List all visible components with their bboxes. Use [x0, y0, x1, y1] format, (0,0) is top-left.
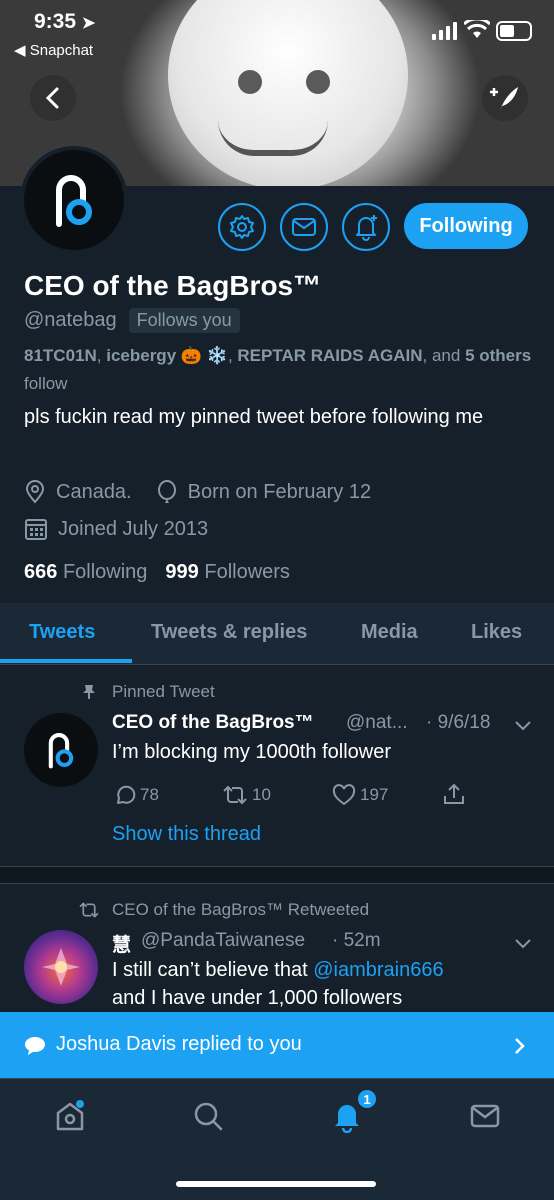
handle-row: @natebag Follows you — [24, 308, 240, 333]
reply-icon — [117, 785, 136, 804]
followers-count-link[interactable]: 999 Followers — [165, 561, 290, 584]
reply-action[interactable]: 78 — [114, 784, 159, 806]
profile-joined: Joined July 2013 — [58, 517, 209, 540]
tweet-divider — [0, 883, 554, 884]
like-count: 197 — [360, 785, 389, 804]
status-bar: 9:35 ➤ ◀ Snapchat — [0, 0, 554, 66]
reply-notification-banner[interactable]: Joshua Davis replied to you — [0, 1012, 554, 1078]
tweet-author-name[interactable]: 慧 — [112, 930, 131, 957]
known-followers-others[interactable]: 5 others — [465, 346, 531, 365]
logo-icon — [48, 733, 74, 769]
wifi-icon — [464, 20, 490, 38]
pin-icon — [83, 685, 95, 699]
profile-location: Canada. — [56, 480, 132, 503]
feather-plus-icon — [490, 87, 518, 110]
share-icon[interactable] — [442, 782, 466, 806]
location-pin-icon — [25, 480, 45, 504]
heart-icon — [332, 784, 356, 806]
compose-tweet-button[interactable] — [482, 75, 528, 121]
logo-icon — [56, 175, 92, 227]
location-row: Canada. Born on February 12 — [24, 480, 371, 504]
reply-count: 78 — [140, 785, 159, 804]
tweet-author-handle: @PandaTaiwanese — [141, 930, 306, 951]
battery-icon — [496, 21, 532, 41]
profile-avatar[interactable] — [20, 146, 128, 254]
speech-bubble-icon — [25, 1037, 45, 1055]
messages-envelope-icon[interactable] — [468, 1099, 502, 1133]
back-to-app-link[interactable]: ◀ Snapchat — [14, 41, 93, 59]
joined-row: Joined July 2013 — [24, 517, 208, 541]
home-icon[interactable] — [53, 1099, 87, 1133]
following-count-link[interactable]: 666 Following — [24, 561, 147, 584]
pinned-label: Pinned Tweet — [112, 682, 215, 701]
retweet-icon — [223, 785, 247, 805]
mention-link[interactable]: @iambrain666 — [313, 959, 443, 981]
gear-icon — [230, 215, 254, 239]
envelope-icon — [292, 218, 316, 236]
avatar-art — [42, 948, 80, 986]
tweet-text: I still can’t believe that @iambrain666 a… — [112, 959, 444, 1009]
back-button[interactable] — [30, 75, 76, 121]
tab-media[interactable]: Media — [361, 621, 418, 644]
message-button[interactable] — [280, 203, 328, 251]
tab-likes[interactable]: Likes — [471, 621, 522, 644]
tweet-date: · 9/6/18 — [426, 712, 491, 733]
retweet-icon — [79, 902, 99, 918]
retweet-action[interactable]: 10 — [222, 784, 271, 806]
tab-tweets[interactable]: Tweets — [29, 621, 95, 644]
notifications-badge: 1 — [356, 1088, 378, 1110]
tweet-author-name[interactable]: CEO of the BagBros™ — [112, 712, 314, 734]
chevron-left-icon — [45, 87, 59, 109]
known-follower-name[interactable]: icebergy 🎃 ❄️ — [106, 346, 228, 365]
back-triangle-icon: ◀ — [14, 42, 26, 59]
chevron-down-icon[interactable] — [514, 720, 532, 732]
tweet-text: I’m blocking my 1000th follower — [112, 741, 392, 763]
notification-text: Joshua Davis replied to you — [56, 1033, 302, 1055]
active-tab-indicator — [0, 659, 132, 663]
tweet-author-handle: @nat... — [346, 712, 408, 733]
following-button[interactable]: Following — [404, 203, 528, 249]
calendar-icon — [25, 519, 47, 540]
section-gap — [0, 867, 554, 883]
tab-tweets-and-replies[interactable]: Tweets & replies — [151, 621, 307, 644]
status-time: 9:35 ➤ — [34, 10, 96, 33]
profile-birthday: Born on February 12 — [187, 480, 372, 503]
balloon-icon — [157, 480, 176, 503]
like-action[interactable]: 197 — [332, 784, 388, 806]
followers-you-know[interactable]: 81TC01N, icebergy 🎃 ❄️, REPTAR RAIDS AGA… — [24, 342, 534, 398]
known-follower-name[interactable]: 81TC01N — [24, 346, 97, 365]
search-icon[interactable] — [191, 1099, 225, 1133]
bell-plus-icon — [356, 215, 377, 241]
settings-button[interactable] — [218, 203, 266, 251]
follows-you-badge: Follows you — [128, 308, 240, 333]
show-thread-link[interactable]: Show this thread — [112, 823, 261, 846]
profile-name: CEO of the BagBros™ — [24, 270, 322, 301]
notifications-toggle-button[interactable] — [342, 203, 390, 251]
banner-image-detail — [306, 70, 330, 94]
cellular-signal-icon — [432, 22, 457, 40]
retweet-count: 10 — [252, 785, 271, 804]
home-indicator[interactable] — [176, 1181, 376, 1187]
profile-bio: pls fuckin read my pinned tweet before f… — [24, 406, 484, 428]
tweet-time: · 52m — [332, 930, 381, 951]
chevron-right-icon — [515, 1038, 525, 1054]
profile-handle: @natebag — [24, 309, 117, 331]
profile-tabs: Tweets Tweets & replies Media Likes — [0, 603, 554, 665]
known-follower-name[interactable]: REPTAR RAIDS AGAIN — [237, 346, 422, 365]
tweet-author-avatar[interactable] — [24, 713, 98, 787]
retweeted-by-label[interactable]: CEO of the BagBros™ Retweeted — [112, 900, 369, 920]
banner-image-detail — [238, 70, 262, 94]
chevron-down-icon[interactable] — [514, 938, 532, 950]
follow-stats: 666 Following 999 Followers — [24, 561, 290, 584]
tweet-author-avatar[interactable] — [24, 930, 98, 1004]
